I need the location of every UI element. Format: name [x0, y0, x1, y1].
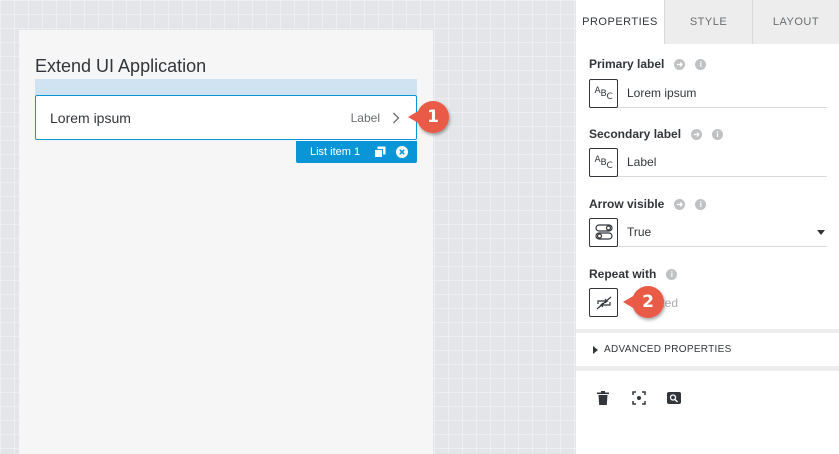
- primary-label-heading: Primary label ➜ i: [589, 57, 707, 71]
- chevron-right-icon: [392, 111, 402, 125]
- primary-label-field[interactable]: ABC Lorem ipsum: [589, 78, 827, 108]
- arrow-visible-select[interactable]: True: [589, 217, 827, 247]
- text-type-icon[interactable]: ABC: [589, 147, 618, 177]
- callout-badge-2: 2: [623, 286, 664, 318]
- advanced-properties-toggle[interactable]: ADVANCED PROPERTIES: [576, 333, 839, 366]
- action-bar: [576, 371, 839, 454]
- bind-arrow-icon[interactable]: ➜: [674, 58, 686, 70]
- tab-style[interactable]: STYLE: [664, 0, 752, 44]
- copy-icon[interactable]: [373, 145, 387, 159]
- info-icon[interactable]: i: [695, 198, 707, 210]
- focus-icon[interactable]: [631, 390, 647, 406]
- bind-arrow-icon[interactable]: ➜: [691, 128, 703, 140]
- page-title: Extend UI Application: [35, 56, 207, 76]
- list-item-secondary-label: Label: [350, 110, 380, 125]
- secondary-label-heading: Secondary label ➜ i: [589, 127, 724, 141]
- repeat-off-icon[interactable]: [589, 288, 618, 317]
- advanced-properties-label: ADVANCED PROPERTIES: [604, 344, 732, 355]
- properties-section: Primary label ➜ i ABC Lorem ipsum Second…: [576, 44, 839, 329]
- list-item-primary-label: Lorem ipsum: [50, 109, 131, 126]
- canvas-page: Extend UI Application Lorem ipsum Label …: [19, 30, 433, 454]
- toggle-icon[interactable]: [589, 217, 618, 247]
- info-icon[interactable]: i: [712, 128, 724, 140]
- secondary-label-field[interactable]: ABC Label: [589, 147, 827, 177]
- trash-icon[interactable]: [595, 390, 611, 406]
- bind-arrow-icon[interactable]: ➜: [674, 198, 686, 210]
- panel-tabs: PROPERTIES STYLE LAYOUT: [576, 0, 839, 44]
- close-circle-icon[interactable]: [395, 145, 409, 159]
- text-type-icon[interactable]: ABC: [589, 78, 618, 108]
- selection-tag: List item 1: [296, 141, 417, 163]
- repeat-with-heading: Repeat with i: [589, 267, 678, 281]
- tab-properties[interactable]: PROPERTIES: [576, 0, 664, 44]
- primary-label-value[interactable]: Lorem ipsum: [627, 86, 827, 100]
- callout-badge-1: 1: [408, 101, 449, 133]
- caret-right-icon: [593, 345, 598, 354]
- properties-panel: PROPERTIES STYLE LAYOUT Primary label ➜ …: [576, 0, 839, 454]
- repeat-with-value: eated: [648, 296, 827, 310]
- caret-down-icon[interactable]: [817, 229, 825, 235]
- info-icon[interactable]: i: [695, 58, 707, 70]
- secondary-label-value[interactable]: Label: [627, 155, 827, 169]
- search-icon[interactable]: [666, 390, 682, 406]
- list-drop-zone: [35, 79, 417, 95]
- tab-layout[interactable]: LAYOUT: [752, 0, 839, 44]
- selection-tag-label: List item 1: [310, 146, 361, 158]
- info-icon[interactable]: i: [666, 268, 678, 280]
- arrow-visible-heading: Arrow visible ➜ i: [589, 197, 707, 211]
- arrow-visible-value: True: [627, 225, 652, 239]
- list-item[interactable]: Lorem ipsum Label: [35, 95, 417, 140]
